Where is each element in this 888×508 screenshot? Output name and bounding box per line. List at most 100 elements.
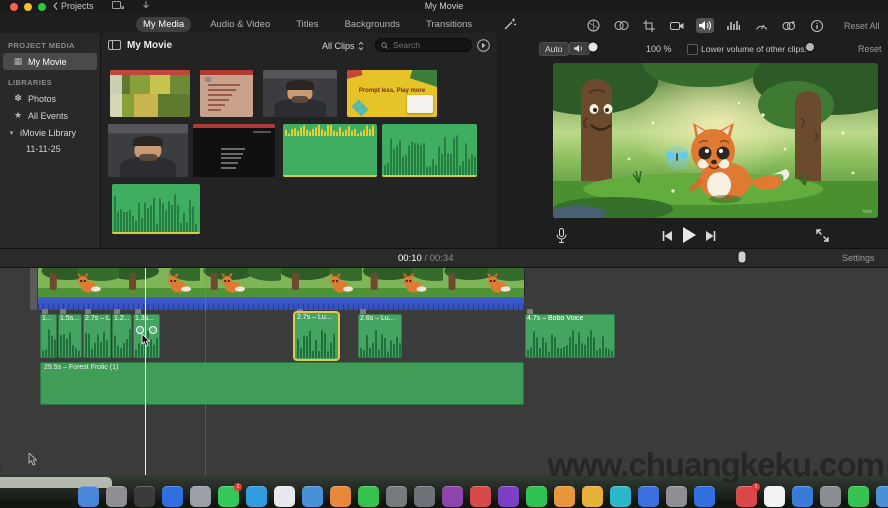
download-icon[interactable]: [142, 1, 150, 11]
mute-button[interactable]: [569, 42, 590, 55]
dock-icon[interactable]: [554, 486, 575, 507]
video-preview[interactable]: Veo: [553, 63, 878, 218]
record-voiceover-button[interactable]: [556, 228, 567, 244]
fullscreen-button[interactable]: [816, 229, 829, 242]
next-frame-button[interactable]: [706, 231, 717, 241]
projects-back-button[interactable]: Projects: [53, 1, 94, 11]
clip-filter-dropdown[interactable]: All Clips: [322, 41, 364, 51]
sidebar-item-11-11-25[interactable]: 11-11-25: [0, 141, 100, 156]
playhead[interactable]: [145, 268, 146, 475]
sidebar-item-imovie-library[interactable]: ▾ iMovie Library: [3, 124, 97, 141]
fade-handle[interactable]: [149, 326, 157, 334]
previous-frame-button[interactable]: [661, 231, 672, 241]
dock-icon[interactable]: [162, 486, 183, 507]
dock-icon[interactable]: [246, 486, 267, 507]
timeline-audio-clip[interactable]: 2.7s – Lu...: [295, 313, 338, 359]
filmstrip-frame[interactable]: [281, 268, 363, 297]
dock-icon[interactable]: [498, 486, 519, 507]
dock-icon[interactable]: 1: [736, 483, 760, 507]
tab-my-media[interactable]: My Media: [136, 17, 192, 32]
dock-icon[interactable]: [876, 486, 888, 507]
import-media-icon[interactable]: [112, 1, 124, 10]
sidebar-item-all-events[interactable]: ★ All Events: [3, 107, 97, 124]
timeline-audio-clip[interactable]: 2.6s – Lu...: [358, 314, 402, 358]
dock[interactable]: 11: [78, 483, 888, 508]
dock-icon[interactable]: [764, 486, 785, 507]
sidebar-item-photos[interactable]: ✽ Photos: [3, 90, 97, 107]
dock-icon[interactable]: [694, 486, 715, 507]
dock-icon[interactable]: [848, 486, 869, 507]
info-icon[interactable]: [808, 18, 826, 33]
media-thumbnail-promo[interactable]: Prompt less, Play more: [347, 70, 437, 117]
stabilization-icon[interactable]: [668, 18, 686, 33]
tab-titles[interactable]: Titles: [289, 17, 325, 32]
dock-icon[interactable]: [792, 486, 813, 507]
timeline-audio-clip[interactable]: 1...: [40, 314, 57, 358]
dock-icon[interactable]: [610, 486, 631, 507]
media-thumbnail-collage[interactable]: [110, 70, 190, 117]
tab-transitions[interactable]: Transitions: [419, 17, 479, 32]
media-thumbnail-webcam[interactable]: [263, 70, 337, 117]
dock-icon[interactable]: [106, 486, 127, 507]
dock-icon[interactable]: [302, 486, 323, 507]
color-correction-icon[interactable]: [584, 18, 602, 33]
dock-icon[interactable]: 1: [218, 483, 242, 507]
media-thumbnail-audio[interactable]: [112, 184, 200, 234]
minimize-window-button[interactable]: [24, 3, 32, 11]
dock-icon[interactable]: [582, 486, 603, 507]
music-clip[interactable]: 29.5s – Forest Frolic (1): [40, 362, 524, 405]
lower-volume-checkbox[interactable]: [687, 44, 698, 55]
dock-icon[interactable]: [414, 486, 435, 507]
reset-all-button[interactable]: Reset All: [844, 21, 880, 31]
timeline-settings-button[interactable]: Settings: [842, 253, 875, 263]
tab-audio-video[interactable]: Audio & Video: [203, 17, 277, 32]
timeline-audio-clip[interactable]: 1.2...: [112, 314, 132, 358]
timeline-audio-clip[interactable]: 2.7s – L...: [83, 314, 111, 358]
reset-button[interactable]: Reset: [858, 44, 882, 54]
filmstrip-frame[interactable]: [443, 268, 525, 297]
zoom-window-button[interactable]: [38, 3, 46, 11]
filmstrip-frame[interactable]: [119, 268, 201, 297]
dock-icon[interactable]: [442, 486, 463, 507]
auto-volume-button[interactable]: Auto: [539, 42, 569, 56]
enhance-wand-icon[interactable]: [503, 17, 517, 31]
media-thumbnail-document[interactable]: [200, 70, 253, 117]
volume-adjust-icon[interactable]: [696, 18, 714, 33]
dock-icon[interactable]: [330, 486, 351, 507]
dock-icon[interactable]: [190, 486, 211, 507]
chevron-down-icon[interactable]: ▾: [8, 129, 15, 137]
dock-icon[interactable]: [274, 486, 295, 507]
dock-icon[interactable]: [638, 486, 659, 507]
media-thumbnail-webcam[interactable]: [108, 124, 188, 177]
video-audio-track[interactable]: [38, 297, 524, 310]
dock-icon[interactable]: [470, 486, 491, 507]
media-thumbnail-audio-yellowtop[interactable]: [283, 124, 377, 177]
effects-icon[interactable]: [780, 18, 798, 33]
fade-handle[interactable]: [136, 326, 144, 334]
timeline-zoom-knob[interactable]: [738, 251, 746, 263]
filmstrip-frame[interactable]: [38, 268, 120, 297]
filmstrip-frame[interactable]: [362, 268, 444, 297]
dock-icon[interactable]: [526, 486, 547, 507]
timeline[interactable]: 1...1.5s...2.7s – L...1.2...1.3s...2.7s …: [0, 268, 888, 475]
tab-backgrounds[interactable]: Backgrounds: [338, 17, 407, 32]
volume-slider-knob[interactable]: [588, 42, 598, 52]
timeline-audio-clip[interactable]: 1.5s...: [58, 314, 82, 358]
dock-icon[interactable]: [666, 486, 687, 507]
media-thumbnail-audio[interactable]: [382, 124, 477, 177]
dock-icon[interactable]: [78, 486, 99, 507]
noise-reduction-icon[interactable]: [724, 18, 742, 33]
color-balance-icon[interactable]: [612, 18, 630, 33]
dock-icon[interactable]: [358, 486, 379, 507]
dock-icon[interactable]: [386, 486, 407, 507]
dock-icon[interactable]: [820, 486, 841, 507]
timeline-audio-clip[interactable]: 4.7s – Bobo Voice: [525, 314, 615, 358]
filmstrip-frame[interactable]: [200, 268, 282, 297]
sidebar-item-my-movie[interactable]: ▦ My Movie: [3, 53, 97, 70]
speed-icon[interactable]: [752, 18, 770, 33]
clip-appearance-button[interactable]: [477, 39, 490, 52]
search-field[interactable]: [375, 38, 472, 52]
play-button[interactable]: [682, 227, 697, 243]
sidebar-toggle-icon[interactable]: [108, 40, 121, 50]
media-thumbnail-terminal[interactable]: [193, 124, 275, 177]
